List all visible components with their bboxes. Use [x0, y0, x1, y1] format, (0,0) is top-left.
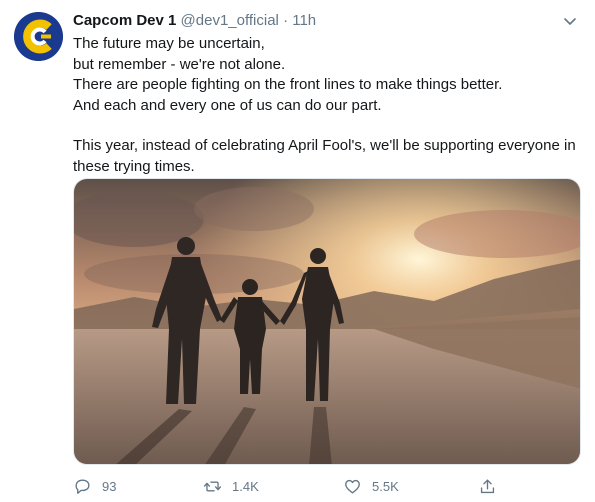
more-options-chevron-icon[interactable] — [561, 12, 579, 30]
timestamp[interactable]: 11h — [292, 12, 316, 29]
separator-dot: · — [283, 12, 289, 29]
like-button[interactable]: 5.5K — [343, 472, 399, 500]
capcom-logo-icon — [14, 12, 63, 61]
share-button[interactable] — [478, 472, 507, 500]
tweet-paragraph: This year, instead of celebrating April … — [73, 137, 576, 175]
tweet-actions: 93 1.4K 5.5K — [73, 472, 513, 500]
avatar[interactable] — [14, 12, 63, 61]
share-icon — [480, 478, 495, 493]
display-name[interactable]: Capcom Dev 1 — [73, 12, 176, 29]
tweet-line: And each and every one of us can do our … — [73, 96, 382, 114]
tweet-line: but remember - we're not alone. — [73, 55, 286, 73]
reply-button[interactable]: 93 — [73, 472, 116, 500]
heart-icon — [345, 479, 360, 494]
reply-icon — [75, 478, 90, 494]
retweet-button[interactable]: 1.4K — [203, 472, 259, 500]
tweet-media-image[interactable] — [73, 178, 581, 465]
tweet-text: The future may be uncertain, but remembe… — [73, 34, 583, 177]
retweet-count: 1.4K — [232, 478, 259, 494]
tweet-line: The future may be uncertain, — [73, 35, 265, 52]
retweet-icon — [203, 480, 222, 492]
reply-count: 93 — [102, 478, 117, 494]
tweet-header: Capcom Dev 1 @dev1_official · 11h — [73, 11, 316, 31]
like-count: 5.5K — [372, 478, 399, 494]
user-handle[interactable]: @dev1_official — [181, 12, 279, 29]
family-walking-sunset-image-icon — [74, 179, 580, 464]
tweet-line: There are people fighting on the front l… — [73, 76, 503, 93]
